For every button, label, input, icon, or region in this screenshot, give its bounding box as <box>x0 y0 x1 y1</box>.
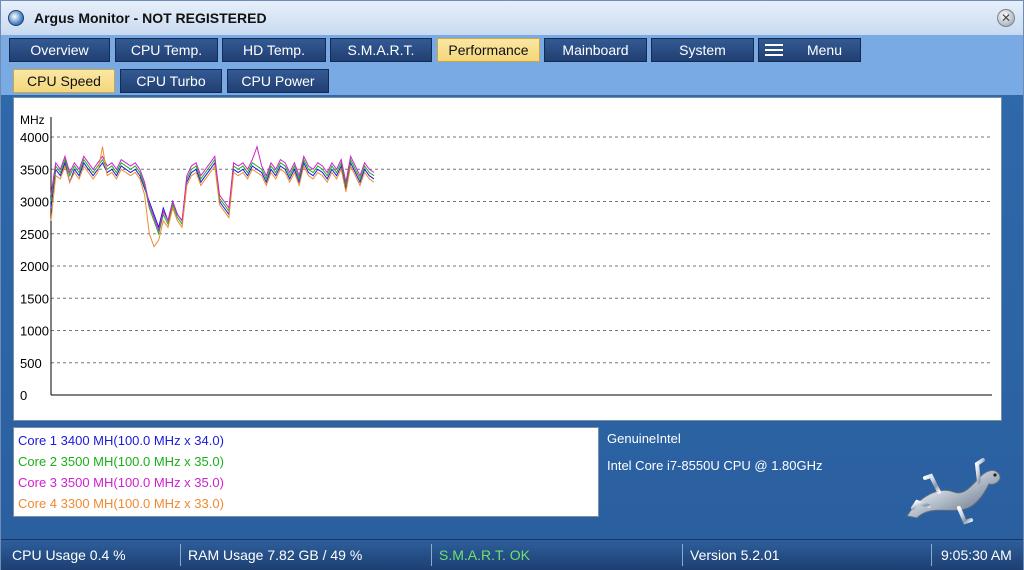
cpu-usage-status: CPU Usage 0.4 % <box>12 547 126 563</box>
tab-cpu-temp[interactable]: CPU Temp. <box>115 38 218 62</box>
gecko-logo-icon <box>906 458 1001 525</box>
status-separator <box>682 544 683 566</box>
tab-system[interactable]: System <box>651 38 754 62</box>
cpu-model: Intel Core i7-8550U CPU @ 1.80GHz <box>607 458 823 473</box>
y-tick-label: 4000 <box>20 130 49 145</box>
close-icon: ✕ <box>1000 11 1012 25</box>
core-3-line: Core 3 3500 MH(100.0 MHz x 35.0) <box>18 475 224 490</box>
y-tick-label: 3000 <box>20 195 49 210</box>
version-status: Version 5.2.01 <box>690 547 780 563</box>
window-title: Argus Monitor - NOT REGISTERED <box>34 10 267 26</box>
y-tick-label: 2500 <box>20 227 49 242</box>
tab-mainboard[interactable]: Mainboard <box>544 38 647 62</box>
app-logo-icon <box>8 10 24 26</box>
y-tick-label: 1500 <box>20 291 49 306</box>
status-separator <box>180 544 181 566</box>
app-window: Argus Monitor - NOT REGISTERED ✕ Overvie… <box>0 0 1024 570</box>
subtab-cpu-power[interactable]: CPU Power <box>227 69 329 93</box>
status-bar: CPU Usage 0.4 % RAM Usage 7.82 GB / 49 %… <box>1 539 1023 570</box>
y-tick-label: 3500 <box>20 162 49 177</box>
tab-performance[interactable]: Performance <box>437 38 540 62</box>
y-tick-label: 2000 <box>20 259 49 274</box>
hamburger-menu-icon <box>765 44 783 56</box>
y-tick-label: 0 <box>20 388 27 403</box>
y-axis-label: MHz <box>20 113 45 127</box>
ram-usage-status: RAM Usage 7.82 GB / 49 % <box>188 547 363 563</box>
cpu-info: GenuineIntel Intel Core i7-8550U CPU @ 1… <box>607 429 823 483</box>
cpu-speed-chart: MHz 4000 3500 3000 2500 2000 1500 1000 500 0 <box>13 97 1002 421</box>
series-line-core-4 <box>50 146 375 248</box>
subtab-cpu-turbo[interactable]: CPU Turbo <box>120 69 222 93</box>
y-tick-label: 1000 <box>20 324 49 339</box>
cpu-vendor: GenuineIntel <box>607 431 681 446</box>
core-4-line: Core 4 3300 MH(100.0 MHz x 33.0) <box>18 496 224 511</box>
core-2-line: Core 2 3500 MH(100.0 MHz x 35.0) <box>18 454 224 469</box>
smart-status: S.M.A.R.T. OK <box>439 547 531 563</box>
y-tick-label: 500 <box>20 356 42 371</box>
tab-overview[interactable]: Overview <box>9 38 110 62</box>
status-separator <box>931 544 932 566</box>
menu-label: Menu <box>806 42 843 58</box>
series-line-core-1 <box>50 161 375 230</box>
menu-button[interactable]: Menu <box>758 38 861 62</box>
status-separator <box>431 544 432 566</box>
title-bar[interactable]: Argus Monitor - NOT REGISTERED ✕ <box>1 1 1023 35</box>
series-line-core-3 <box>50 144 375 233</box>
core-1-line: Core 1 3400 MH(100.0 MHz x 34.0) <box>18 433 224 448</box>
tab-smart[interactable]: S.M.A.R.T. <box>330 38 432 62</box>
clock-status: 9:05:30 AM <box>941 547 1012 563</box>
chart-svg: MHz 4000 3500 3000 2500 2000 1500 1000 500 0 <box>20 113 992 403</box>
core-list: Core 1 3400 MH(100.0 MHz x 34.0) Core 2 … <box>13 427 599 517</box>
subtab-cpu-speed[interactable]: CPU Speed <box>13 69 115 93</box>
close-button[interactable]: ✕ <box>997 9 1015 27</box>
tab-hd-temp[interactable]: HD Temp. <box>222 38 326 62</box>
